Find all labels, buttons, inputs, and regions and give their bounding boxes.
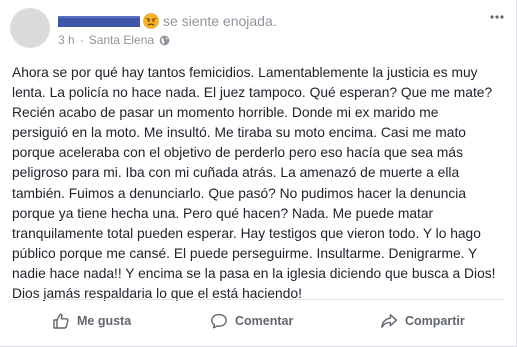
author-name-redacted[interactable] xyxy=(58,15,140,27)
post-text-line: público porque me cansé. El puede perseg… xyxy=(12,245,478,261)
like-button[interactable]: Me gusta xyxy=(52,304,131,338)
post-text-line: porque ya tiene hecha una. Pero qué hace… xyxy=(12,205,434,221)
post-header: se siente enojada. xyxy=(58,12,277,30)
post-text-line: porque aceleraba con el objetivo de perd… xyxy=(12,145,463,161)
post-card: se siente enojada. 3 h · Santa Elena Aho… xyxy=(0,0,517,347)
like-label: Me gusta xyxy=(77,314,132,328)
feeling-text: se siente enojada. xyxy=(163,13,277,29)
post-text-line: Recién acabo de pasar un momento horribl… xyxy=(12,105,439,121)
post-body: Ahora se por qué hay tantos femicidios. … xyxy=(12,63,507,304)
post-meta: 3 h · Santa Elena xyxy=(58,33,170,47)
share-arrow-icon xyxy=(381,314,398,328)
share-label: Compartir xyxy=(405,314,465,328)
post-text-line: nadie hace nada!! Y encima se la pasa en… xyxy=(12,265,496,281)
post-text-line: persiguió en la moto. Me insultó. Me tir… xyxy=(12,125,466,141)
post-text-line: Dios jamás respaldaria lo que el está ha… xyxy=(12,286,302,302)
post-location[interactable]: Santa Elena xyxy=(89,33,154,47)
meta-separator: · xyxy=(79,33,84,47)
post-text-line: peligroso para mi. Iba con mi cuñada atr… xyxy=(12,165,460,181)
thumbs-up-icon xyxy=(53,313,69,329)
post-text-line: Ahora se por qué hay tantos femicidios. … xyxy=(12,65,478,80)
more-options-icon[interactable] xyxy=(490,14,504,20)
post-text-line: tranquilamente total pueden esperar. Hay… xyxy=(12,225,481,241)
comment-label: Comentar xyxy=(235,314,294,328)
post-text-line: lenta. La policía no hace nada. El juez … xyxy=(12,85,493,101)
post-actions: Me gusta Comentar Compartir xyxy=(0,304,517,338)
share-button[interactable]: Compartir xyxy=(380,304,465,338)
post-timestamp[interactable]: 3 h xyxy=(58,33,75,47)
speech-bubble-icon xyxy=(211,313,227,329)
angry-face-icon xyxy=(143,13,159,29)
avatar[interactable] xyxy=(10,8,50,48)
globe-icon[interactable] xyxy=(159,35,170,46)
post-text-line: también. Fuimos a denunciarlo. Que pasó?… xyxy=(12,185,467,201)
comment-button[interactable]: Comentar xyxy=(210,304,293,338)
divider xyxy=(12,299,504,300)
